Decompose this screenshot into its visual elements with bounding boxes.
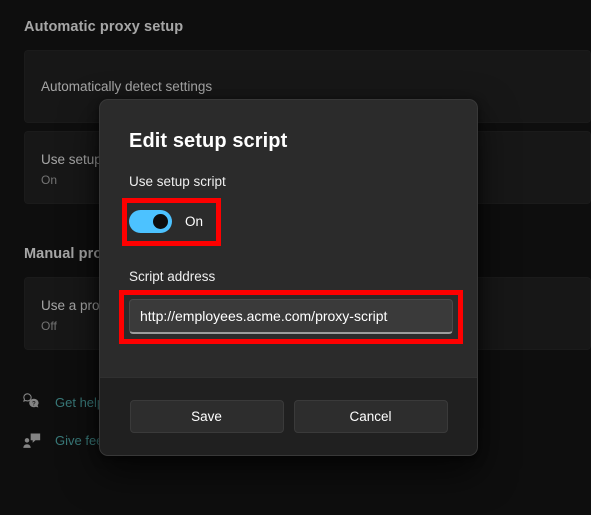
dialog-body: Edit setup script Use setup script On Sc…: [100, 100, 477, 377]
toggle-state-label: On: [185, 214, 204, 229]
save-button[interactable]: Save: [129, 400, 284, 433]
use-setup-script-toggle[interactable]: [129, 210, 172, 233]
script-address-input[interactable]: [129, 299, 453, 334]
cancel-button[interactable]: Cancel: [293, 400, 448, 433]
toggle-knob: [153, 214, 168, 229]
use-setup-script-toggle-row: On: [129, 210, 203, 233]
dialog-footer: Save Cancel: [100, 377, 477, 455]
field-label-script-address: Script address: [129, 269, 216, 284]
dialog-title: Edit setup script: [129, 130, 288, 152]
edit-setup-script-dialog: Edit setup script Use setup script On Sc…: [99, 99, 478, 456]
field-label-use-setup-script: Use setup script: [129, 174, 226, 189]
